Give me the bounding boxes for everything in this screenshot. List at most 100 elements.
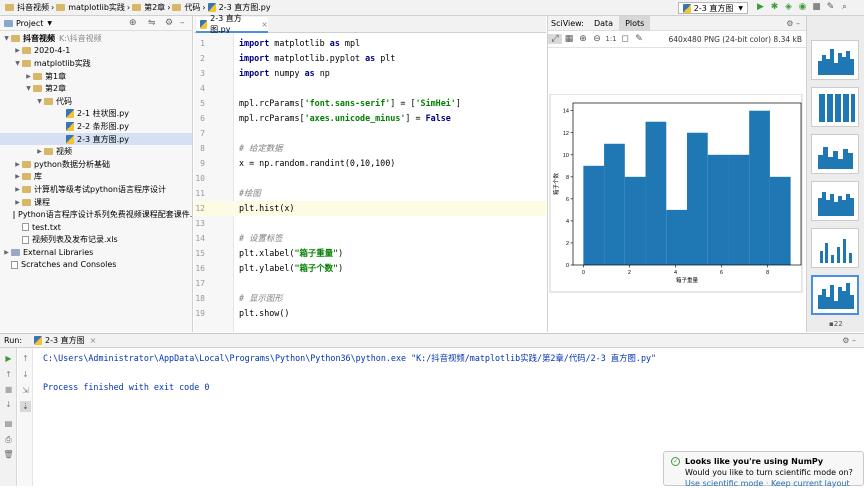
code-line: import matplotlib.pyplot as plt xyxy=(239,51,395,66)
tree-item[interactable]: ▼ 代码 xyxy=(0,95,192,108)
tree-item-label: 抖音视频 xyxy=(23,33,55,43)
zoom-in-icon[interactable]: ⊕ xyxy=(576,34,590,44)
code-line: # 给定数据 xyxy=(239,141,283,156)
keep-layout-link[interactable]: Keep current layout xyxy=(771,479,850,488)
code-token: "箱子重量" xyxy=(294,248,339,258)
breadcrumb-item[interactable]: 第2章 xyxy=(130,2,167,13)
down-icon[interactable]: ↓ xyxy=(20,369,31,380)
tree-item[interactable]: ▼ 抖音视频 K:\抖音视频 xyxy=(0,32,192,45)
plot-thumbnail-selected[interactable] xyxy=(811,275,859,315)
breadcrumb-item[interactable]: 2-3 直方图.py xyxy=(206,2,273,13)
tree-item-label: 视频 xyxy=(56,147,72,157)
tree-item[interactable]: ▼ matplotlib实践 xyxy=(0,57,192,70)
project-title[interactable]: Project xyxy=(16,19,43,28)
scroll-end-icon[interactable]: ⇣ xyxy=(20,401,31,412)
close-icon[interactable]: × xyxy=(90,336,97,345)
rerun-icon[interactable]: ▶ xyxy=(3,353,14,364)
tree-item[interactable]: ▶ python数据分析基础 xyxy=(0,158,192,171)
fit-screen-icon[interactable]: ◻ xyxy=(618,34,632,44)
run-toolbar: Run: 2-3 直方图 × ⚙ – xyxy=(0,333,864,348)
color-picker-icon[interactable]: ✎ xyxy=(632,34,646,44)
down-icon[interactable]: ↓ xyxy=(3,399,14,410)
chevron-right-icon: ▶ xyxy=(4,248,9,256)
tab-plots[interactable]: Plots xyxy=(619,15,651,31)
tree-item[interactable]: test.txt xyxy=(0,221,192,234)
stop-icon[interactable]: ■ xyxy=(3,384,14,395)
histogram-bar xyxy=(687,132,708,265)
settings-icon[interactable]: ⚙ xyxy=(165,18,173,28)
tab-data[interactable]: Data xyxy=(588,16,619,31)
gear-icon[interactable]: ⊕ xyxy=(129,18,137,28)
tree-item[interactable]: 视频列表及发布记录.xls xyxy=(0,234,192,247)
soft-wrap-icon[interactable]: ⇲ xyxy=(20,385,31,396)
tree-item[interactable]: Python语言程序设计系列免费视频课程配套课件.docx xyxy=(0,208,192,221)
tree-item[interactable]: ▶ 计算机等级考试python语言程序设计 xyxy=(0,183,192,196)
plot-thumbnail[interactable] xyxy=(811,87,859,127)
up-icon[interactable]: ↑ xyxy=(20,353,31,364)
code-line: mpl.rcParams['font.sans-serif'] = ['SimH… xyxy=(239,96,461,111)
settings-icon[interactable]: ⌕ xyxy=(839,2,850,13)
collapse-icon[interactable]: ⇋ xyxy=(148,18,156,28)
line-number: 16 xyxy=(195,264,205,273)
delete-icon[interactable]: 🗑 xyxy=(3,449,14,460)
file-icon xyxy=(22,235,29,244)
run-icon[interactable]: ▶ xyxy=(755,2,766,13)
print-icon[interactable]: ⎙ xyxy=(3,434,14,445)
close-icon[interactable]: × xyxy=(261,20,268,29)
editor-tab-active[interactable]: 2-3 直方图.py × xyxy=(196,14,268,34)
x-tick-label: 4 xyxy=(674,270,677,276)
stop-icon[interactable]: ■ xyxy=(811,2,822,13)
profile-icon[interactable]: ◉ xyxy=(797,2,808,13)
tree-item[interactable]: ▶ 课程 xyxy=(0,196,192,209)
hide-icon[interactable]: – xyxy=(180,18,185,28)
layout-icon[interactable]: ▤ xyxy=(3,418,14,429)
code-line: # 设置标签 xyxy=(239,231,283,246)
line-number: 8 xyxy=(200,144,205,153)
tree-item[interactable]: 2-2 条形图.py xyxy=(0,120,192,133)
plot-thumbnail[interactable] xyxy=(811,134,859,174)
tree-item-label: 计算机等级考试python语言程序设计 xyxy=(34,184,166,194)
plot-thumbnail[interactable] xyxy=(811,181,859,221)
fit-icon[interactable]: ⤢ xyxy=(548,34,562,44)
code-line: import numpy as np xyxy=(239,66,330,81)
plot-thumbnail[interactable] xyxy=(811,40,859,80)
y-tick-label: 12 xyxy=(563,131,569,137)
tree-item[interactable]: ▶ External Libraries xyxy=(0,246,192,259)
y-tick-label: 0 xyxy=(566,263,569,269)
tree-item[interactable]: 2-1 柱状图.py xyxy=(0,108,192,121)
coverage-icon[interactable]: ◈ xyxy=(783,2,794,13)
tree-item[interactable]: ▶ 库 xyxy=(0,171,192,184)
code-token: "箱子个数" xyxy=(294,263,339,273)
debug-icon[interactable]: ✱ xyxy=(769,2,780,13)
breadcrumb-item[interactable]: 代码 xyxy=(170,2,202,13)
code-editor[interactable]: import matplotlib as mpl import matplotli… xyxy=(235,33,546,332)
settings-icon[interactable]: ⚙ – xyxy=(786,19,800,28)
grid-icon[interactable]: ▦ xyxy=(562,34,576,44)
tree-item[interactable]: ▶ 2020-4-1 xyxy=(0,45,192,58)
use-scientific-mode-link[interactable]: Use scientific mode xyxy=(685,479,763,488)
tree-item[interactable]: Scratches and Consoles xyxy=(0,259,192,272)
run-config-select[interactable]: 2-3 直方图 ▼ xyxy=(677,2,748,14)
chevron-right-icon: ▶ xyxy=(15,198,20,206)
x-tick-label: 0 xyxy=(582,270,585,276)
zoom-out-icon[interactable]: ⊖ xyxy=(590,34,604,44)
tree-item[interactable]: ▶ 第1章 xyxy=(0,70,192,83)
run-tab[interactable]: 2-3 直方图 xyxy=(45,335,85,346)
code-line: plt.ylabel("箱子个数") xyxy=(239,261,343,276)
tree-item[interactable]: 2-3 直方图.py xyxy=(0,132,192,146)
line-number: 4 xyxy=(200,84,205,93)
actual-size-button[interactable]: 1:1 xyxy=(604,35,618,43)
settings-icon[interactable]: ⚙ – xyxy=(842,336,856,345)
vcs-icon[interactable]: ✎ xyxy=(825,2,836,13)
tree-item[interactable]: ▼ 第2章 xyxy=(0,82,192,95)
chevron-down-icon: ▼ xyxy=(37,97,42,105)
tree-item[interactable]: ▶ 视频 xyxy=(0,145,192,158)
code-line: #绘图 xyxy=(239,186,261,201)
line-number: 3 xyxy=(200,69,205,78)
chevron-down-icon[interactable]: ▼ xyxy=(47,20,52,27)
breadcrumb-item[interactable]: 抖音视频 xyxy=(3,2,51,13)
up-icon[interactable]: ↑ xyxy=(3,369,14,380)
breadcrumb-item[interactable]: matplotlib实践 xyxy=(54,2,127,13)
y-tick-label: 10 xyxy=(563,153,569,159)
plot-thumbnail[interactable] xyxy=(811,228,859,268)
